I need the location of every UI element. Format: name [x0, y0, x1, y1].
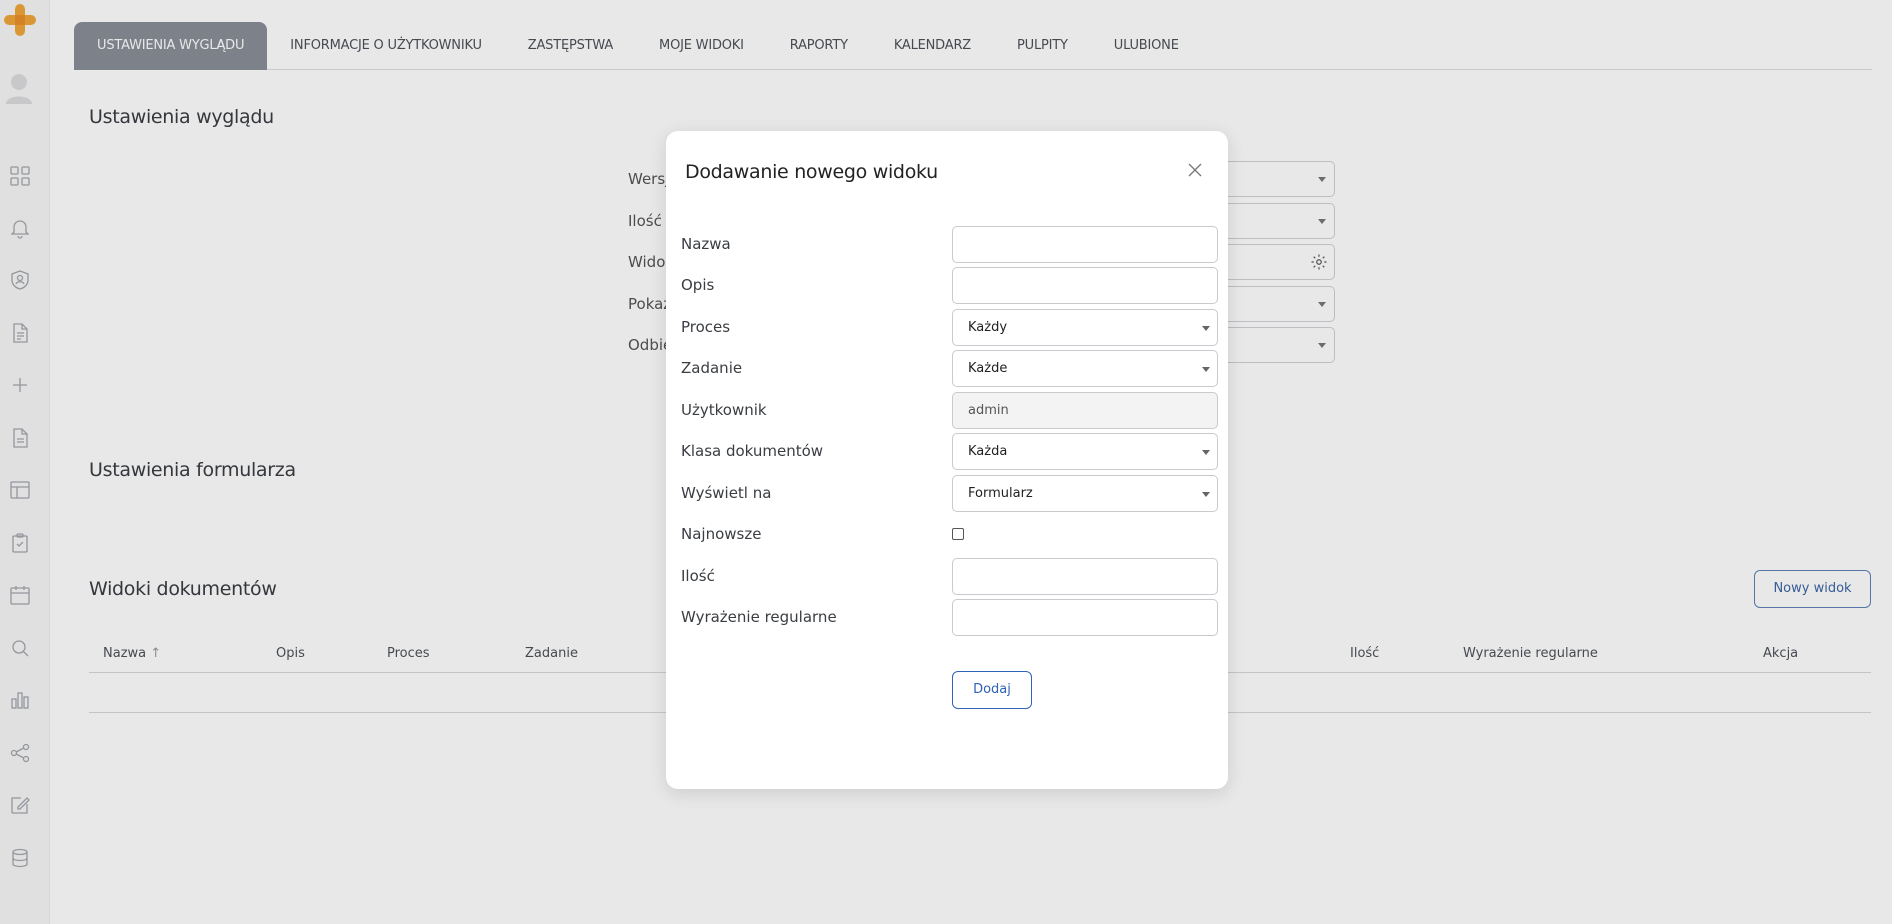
user-label: Użytkownik [681, 401, 767, 419]
process-select-value: Każdy [968, 320, 1008, 335]
display-on-select[interactable]: Formularz [952, 475, 1218, 512]
chevron-down-icon [1202, 326, 1210, 331]
process-select[interactable]: Każdy [952, 309, 1218, 346]
document-class-select-value: Każda [968, 444, 1008, 459]
display-on-label: Wyświetl na [681, 484, 772, 502]
chevron-down-icon [1202, 450, 1210, 455]
document-class-label: Klasa dokumentów [681, 442, 824, 460]
count-label: Ilość [681, 567, 715, 585]
document-class-select[interactable]: Każda [952, 433, 1218, 470]
task-label: Zadanie [681, 359, 743, 377]
user-field: admin [952, 392, 1218, 429]
regex-label: Wyrażenie regularne [681, 608, 837, 626]
task-select-value: Każde [968, 361, 1008, 376]
newest-label: Najnowsze [681, 525, 762, 543]
display-on-select-value: Formularz [968, 486, 1033, 501]
process-label: Proces [681, 318, 731, 336]
name-input[interactable] [952, 226, 1218, 263]
name-label: Nazwa [681, 235, 731, 253]
chevron-down-icon [1202, 492, 1210, 497]
description-label: Opis [681, 276, 715, 294]
regex-input[interactable] [952, 599, 1218, 636]
close-icon[interactable] [1186, 161, 1204, 179]
newest-checkbox[interactable] [952, 528, 964, 540]
task-select[interactable]: Każde [952, 350, 1218, 387]
chevron-down-icon [1202, 367, 1210, 372]
add-button[interactable]: Dodaj [952, 671, 1032, 709]
add-view-modal: Dodawanie nowego widoku Nazwa Opis Proce… [666, 131, 1228, 789]
description-input[interactable] [952, 267, 1218, 304]
count-input[interactable] [952, 558, 1218, 595]
modal-title: Dodawanie nowego widoku [685, 161, 938, 183]
user-field-value: admin [968, 403, 1009, 418]
